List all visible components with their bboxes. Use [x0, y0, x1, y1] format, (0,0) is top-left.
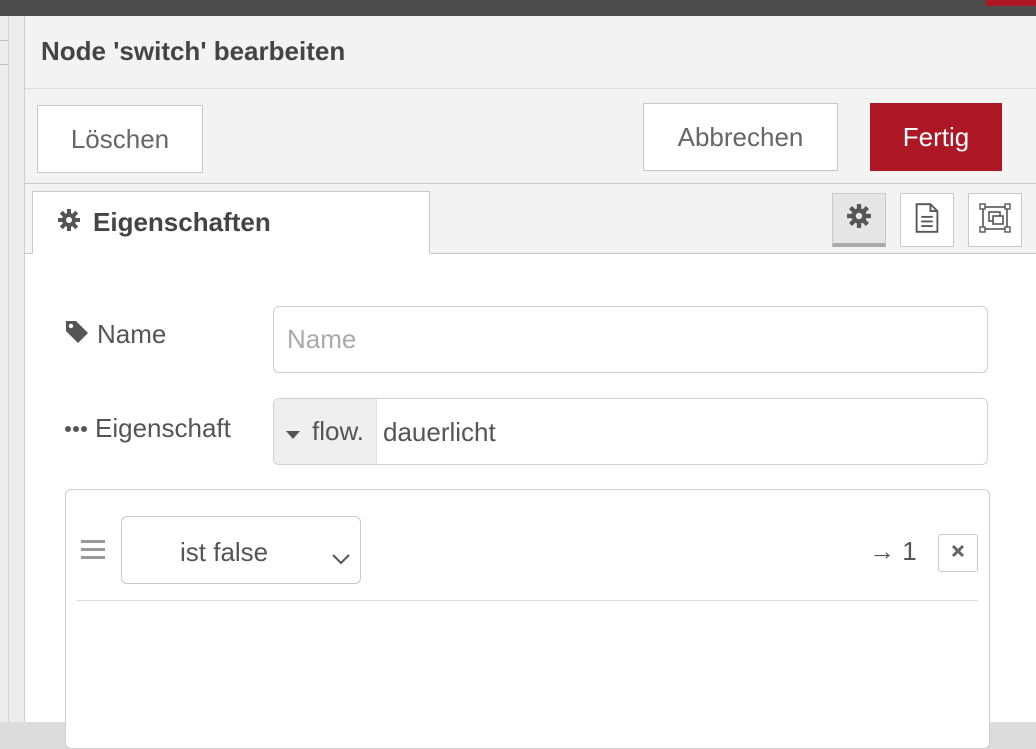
appearance-icon: [979, 202, 1011, 238]
name-input[interactable]: Name: [273, 306, 988, 373]
property-type-label: flow.: [312, 416, 365, 446]
tray-header: Node 'switch' bearbeiten: [25, 16, 1036, 89]
rule-operator-select[interactable]: ist false: [121, 516, 361, 584]
name-placeholder: Name: [287, 324, 357, 354]
drag-handle-icon[interactable]: [81, 540, 105, 560]
rule-delete-button[interactable]: [938, 534, 978, 572]
tabs-row: Eigenschaften: [25, 184, 1036, 254]
close-icon: [951, 544, 965, 563]
property-typed-input[interactable]: flow. dauerlicht: [273, 398, 988, 465]
rules-list: ist false → 1: [65, 489, 990, 749]
property-type-selector[interactable]: flow.: [274, 399, 377, 464]
tab-description-icon-button[interactable]: [900, 193, 954, 247]
delete-button[interactable]: Löschen: [37, 105, 203, 173]
tray-toolbar: Löschen Abbrechen Fertig: [25, 89, 1036, 184]
ellipsis-icon: [65, 420, 87, 438]
workspace-grid-line: [8, 16, 9, 722]
property-value[interactable]: dauerlicht: [383, 417, 496, 448]
edit-tray: Node 'switch' bearbeiten Löschen Abbrech…: [25, 16, 1036, 749]
tag-icon: [65, 320, 89, 349]
gear-icon: [57, 208, 81, 237]
property-row: Eigenschaft: [65, 413, 231, 444]
workspace-tick: [0, 64, 8, 65]
workspace-tick: [0, 40, 8, 41]
tab-properties[interactable]: Eigenschaften: [32, 191, 430, 254]
tab-properties-icon-button[interactable]: [832, 193, 886, 247]
workspace-edge: [0, 16, 25, 722]
rule-output-port: → 1: [869, 536, 917, 566]
tray-title: Node 'switch' bearbeiten: [41, 36, 346, 66]
document-icon: [914, 202, 940, 238]
editor-topbar: [0, 0, 1036, 16]
rule-divider: [77, 600, 978, 601]
name-label: Name: [97, 319, 167, 349]
chevron-down-icon: [332, 541, 350, 572]
caret-down-icon: [286, 416, 300, 447]
gear-icon: [846, 203, 872, 234]
rule-operator-value: ist false: [180, 537, 269, 567]
done-button[interactable]: Fertig: [870, 103, 1002, 171]
deploy-button-edge[interactable]: [986, 0, 1036, 6]
property-label: Eigenschaft: [95, 413, 231, 443]
name-row: Name: [65, 319, 166, 350]
tab-appearance-icon-button[interactable]: [968, 193, 1022, 247]
cancel-button[interactable]: Abbrechen: [643, 103, 838, 171]
tab-properties-label: Eigenschaften: [93, 207, 271, 237]
